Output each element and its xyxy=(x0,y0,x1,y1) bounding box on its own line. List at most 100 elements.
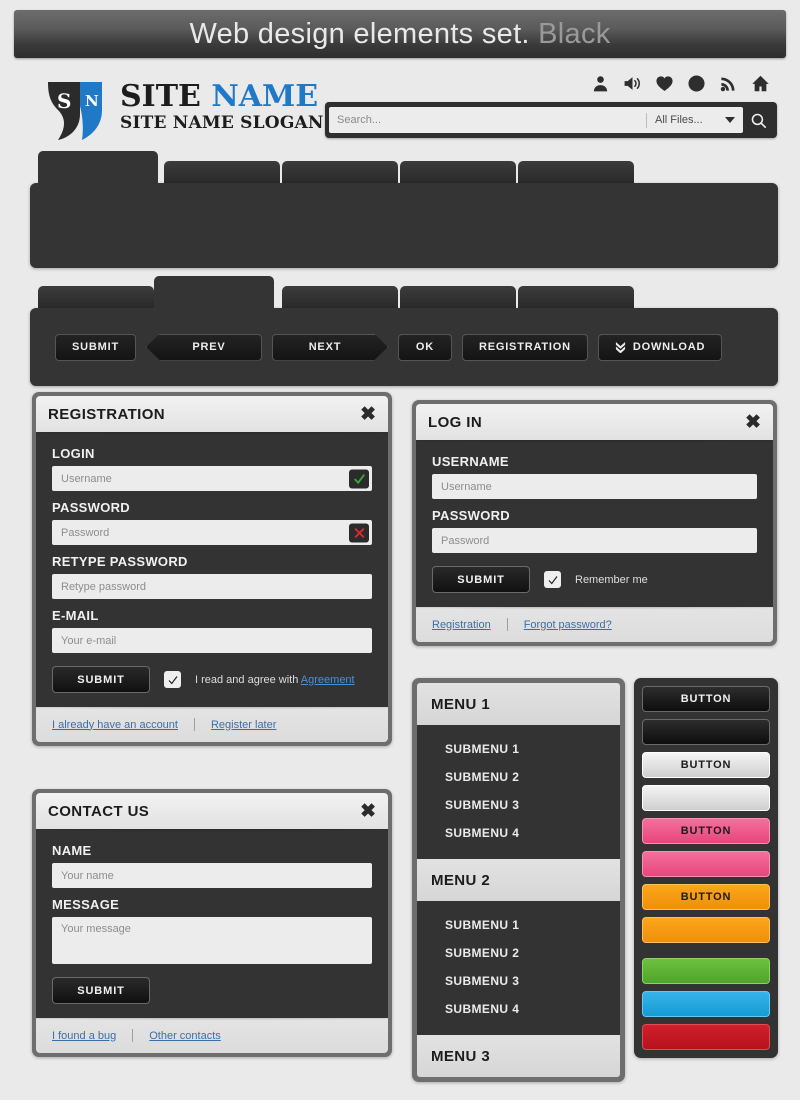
remember-me-checkbox[interactable] xyxy=(544,571,561,588)
menu-item-2-4[interactable]: SUBMENU 4 xyxy=(417,995,620,1023)
logo-site-name: SITE NAME xyxy=(120,82,324,112)
menu-group-header-1[interactable]: MENU 1 xyxy=(417,683,620,725)
login-footer-link-1[interactable]: Forgot password? xyxy=(524,619,612,631)
registration-footer-link-1[interactable]: Register later xyxy=(211,719,276,731)
menu-item-1-3[interactable]: SUBMENU 3 xyxy=(417,791,620,819)
action-button-prev[interactable]: PREV xyxy=(145,333,262,361)
page-root: Web design elements set. Black S N SITE … xyxy=(0,0,800,1100)
color-button-11[interactable] xyxy=(642,1024,770,1050)
contact-footer-link-1[interactable]: Other contacts xyxy=(149,1030,221,1042)
menu-group-header-3[interactable]: MENU 3 xyxy=(417,1035,620,1077)
menu-item-2-3[interactable]: SUBMENU 3 xyxy=(417,967,620,995)
login-input-password[interactable]: Password xyxy=(432,528,757,553)
search-filter-select[interactable]: All Files... xyxy=(655,114,717,126)
registration-input-login[interactable]: Username xyxy=(52,466,372,491)
rss-icon[interactable] xyxy=(719,74,738,93)
action-button-label: PREV xyxy=(192,341,226,353)
agreement-link[interactable]: Agreement xyxy=(301,674,355,686)
banner-title: Web design elements set. Black xyxy=(189,18,610,51)
tab-2-3[interactable] xyxy=(400,286,516,308)
color-button-7[interactable]: BUTTON xyxy=(642,884,770,910)
menu-item-2-2[interactable]: SUBMENU 2 xyxy=(417,939,620,967)
heart-icon[interactable] xyxy=(655,74,674,93)
color-button-10[interactable] xyxy=(642,991,770,1017)
tab-1-0[interactable] xyxy=(38,151,158,183)
contact-header: CONTACT US ✖ xyxy=(36,793,388,829)
tab-1-4[interactable] xyxy=(518,161,634,183)
registration-input-password[interactable]: Password xyxy=(52,520,372,545)
color-button-2[interactable] xyxy=(642,719,770,745)
color-button-8[interactable] xyxy=(642,917,770,943)
sound-icon[interactable] xyxy=(623,74,642,93)
menu-item-1-1[interactable]: SUBMENU 1 xyxy=(417,735,620,763)
login-footer-link-0[interactable]: Registration xyxy=(432,619,491,631)
action-button-ok[interactable]: OK xyxy=(397,333,452,361)
contact-input-message[interactable]: Your message xyxy=(52,917,372,964)
menu-item-2-1[interactable]: SUBMENU 1 xyxy=(417,911,620,939)
close-icon[interactable]: ✖ xyxy=(360,802,376,821)
search-bar: Search... All Files... xyxy=(325,102,777,138)
tab-block-1 xyxy=(30,151,778,268)
contact-submit-button[interactable]: SUBMIT xyxy=(52,977,150,1004)
menu-group-header-2[interactable]: MENU 2 xyxy=(417,859,620,901)
agreement-checkbox[interactable] xyxy=(164,671,181,688)
close-icon[interactable]: ✖ xyxy=(360,405,376,424)
login-input-username[interactable]: Username xyxy=(432,474,757,499)
color-button-1[interactable]: BUTTON xyxy=(642,686,770,712)
search-button[interactable] xyxy=(743,105,773,135)
login-submit-button[interactable]: SUBMIT xyxy=(432,566,530,593)
field-valid-badge xyxy=(349,469,369,488)
contact-title: CONTACT US xyxy=(48,802,150,820)
action-button-label: DOWNLOAD xyxy=(632,341,706,353)
tab-2-4[interactable] xyxy=(518,286,634,308)
logo-slogan: SITE NAME SLOGAN xyxy=(120,113,324,133)
color-button-6[interactable] xyxy=(642,851,770,877)
contact-input-name[interactable]: Your name xyxy=(52,863,372,888)
menu-item-1-2[interactable]: SUBMENU 2 xyxy=(417,763,620,791)
registration-footer-link-0[interactable]: I already have an account xyxy=(52,719,178,731)
footer-separator xyxy=(132,1029,134,1042)
menu-item-1-4[interactable]: SUBMENU 4 xyxy=(417,819,620,847)
globe-icon[interactable] xyxy=(687,74,706,93)
menu-group-submenu-2: SUBMENU 1 SUBMENU 2 SUBMENU 3 SUBMENU 4 xyxy=(417,901,620,1035)
search-field[interactable]: Search... All Files... xyxy=(329,107,743,133)
tab-1-2[interactable] xyxy=(282,161,398,183)
action-button-download[interactable]: DOWNLOAD xyxy=(597,333,723,361)
home-icon[interactable] xyxy=(751,74,770,93)
contact-footer-link-0[interactable]: I found a bug xyxy=(52,1030,116,1042)
registration-input-retype-password[interactable]: Retype password xyxy=(52,574,372,599)
logo-mark-icon: S N xyxy=(40,80,112,142)
tab-strip-2 xyxy=(30,276,778,308)
contact-panel: CONTACT US ✖ NAME Your name MESSAGE Your me… xyxy=(32,789,392,1057)
registration-footer: I already have an account Register later xyxy=(36,707,388,742)
login-body: USERNAME Username PASSWORD Password SUBMIT … xyxy=(416,440,773,607)
tab-2-1[interactable] xyxy=(154,276,274,308)
tab-2-2[interactable] xyxy=(282,286,398,308)
color-button-3[interactable]: BUTTON xyxy=(642,752,770,778)
tab-1-3[interactable] xyxy=(400,161,516,183)
color-button-5[interactable]: BUTTON xyxy=(642,818,770,844)
login-submit-row: SUBMIT Remember me xyxy=(432,566,757,593)
action-button-registration[interactable]: REGISTRATION xyxy=(461,333,588,361)
registration-input-e-mail[interactable]: Your e-mail xyxy=(52,628,372,653)
color-button-9[interactable] xyxy=(642,958,770,984)
footer-separator xyxy=(193,718,195,731)
color-button-4[interactable] xyxy=(642,785,770,811)
agreement-text-prefix: I read and agree with xyxy=(195,673,301,686)
placeholder-text: Username xyxy=(441,480,492,493)
user-icon[interactable] xyxy=(591,74,610,93)
registration-submit-button[interactable]: SUBMIT xyxy=(52,666,150,693)
registration-fields: LOGIN Username PASSWORD Password RETYPE PASS… xyxy=(52,446,372,653)
site-logo[interactable]: S N SITE NAME SITE NAME SLOGAN xyxy=(40,80,324,142)
chevron-down-icon[interactable] xyxy=(725,117,735,123)
tab-2-0[interactable] xyxy=(38,286,154,308)
login-header: LOG IN ✖ xyxy=(416,404,773,440)
page-banner: Web design elements set. Black xyxy=(14,10,786,58)
registration-submit-row: SUBMIT I read and agree with Agreement xyxy=(52,666,372,693)
action-button-next[interactable]: NEXT xyxy=(272,334,388,361)
tab-1-1[interactable] xyxy=(164,161,280,183)
close-icon[interactable]: ✖ xyxy=(745,413,761,432)
action-button-submit[interactable]: SUBMIT xyxy=(55,333,136,361)
search-input[interactable]: Search... xyxy=(337,114,638,126)
svg-text:N: N xyxy=(85,92,99,110)
